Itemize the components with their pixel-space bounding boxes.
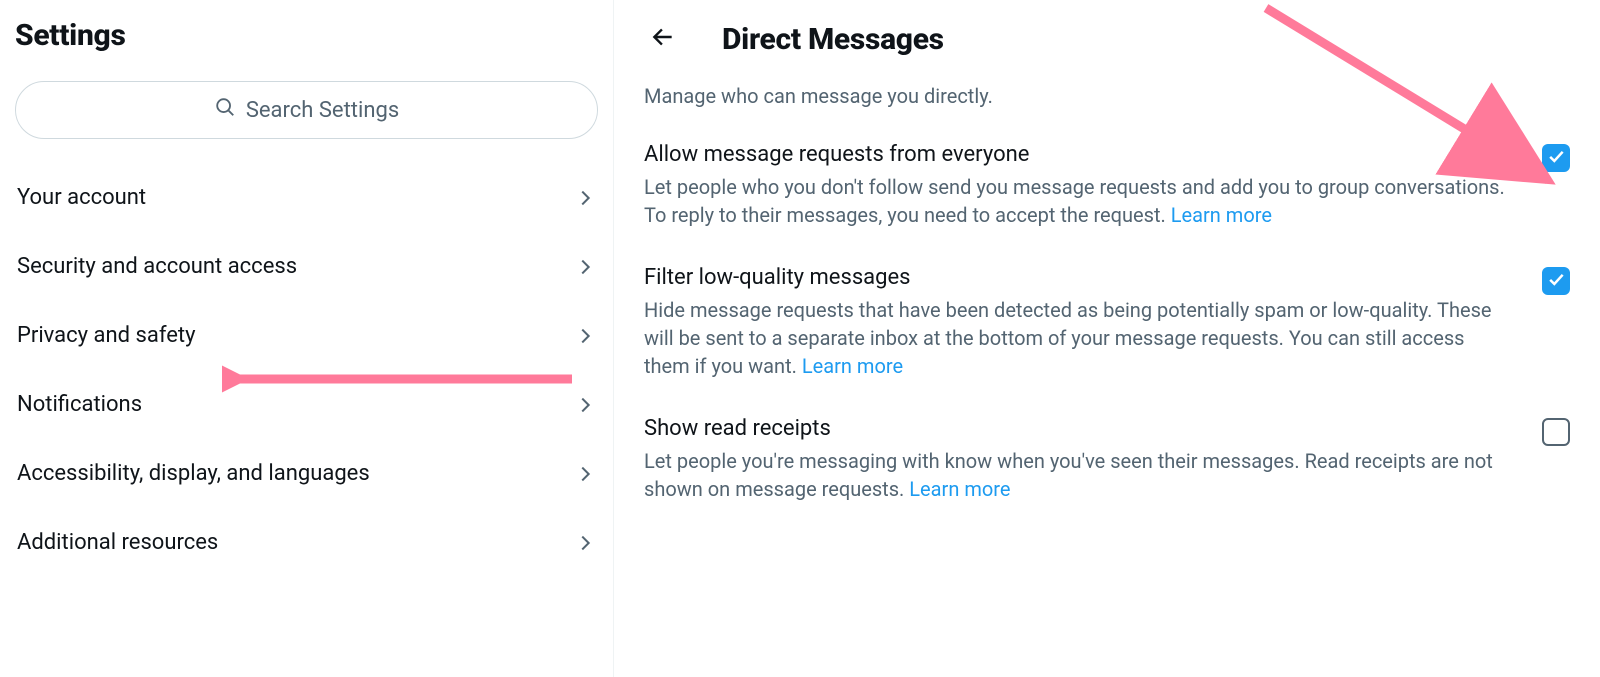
sidebar-item-security-and-account-access[interactable]: Security and account access: [15, 232, 598, 301]
checkbox-allow-message-requests[interactable]: [1542, 144, 1570, 172]
checkbox-filter-low-quality[interactable]: [1542, 267, 1570, 295]
setting-allow-message-requests: Allow message requests from everyone Let…: [644, 142, 1570, 229]
learn-more-link[interactable]: Learn more: [909, 477, 1010, 501]
setting-desc-text: Let people who you don't follow send you…: [644, 175, 1505, 227]
detail-title: Direct Messages: [722, 22, 944, 57]
check-icon: [1546, 146, 1566, 170]
sidebar-item-label: Your account: [17, 185, 146, 210]
setting-filter-low-quality: Filter low-quality messages Hide message…: [644, 265, 1570, 380]
settings-detail-pane: Direct Messages Manage who can message y…: [614, 0, 1600, 677]
search-settings-input[interactable]: Search Settings: [15, 81, 598, 139]
checkbox-show-read-receipts[interactable]: [1542, 418, 1570, 446]
setting-text: Show read receipts Let people you're mes…: [644, 416, 1512, 503]
setting-text: Filter low-quality messages Hide message…: [644, 265, 1512, 380]
setting-title: Filter low-quality messages: [644, 265, 1512, 290]
settings-sidebar: Settings Search Settings Your account Se…: [0, 0, 614, 677]
setting-text: Allow message requests from everyone Let…: [644, 142, 1512, 229]
sidebar-item-label: Accessibility, display, and languages: [17, 461, 370, 486]
setting-title: Allow message requests from everyone: [644, 142, 1512, 167]
sidebar-item-your-account[interactable]: Your account: [15, 163, 598, 232]
chevron-right-icon: [574, 463, 596, 485]
setting-desc: Let people you're messaging with know wh…: [644, 447, 1512, 503]
sidebar-item-label: Privacy and safety: [17, 323, 196, 348]
chevron-right-icon: [574, 325, 596, 347]
setting-desc: Hide message requests that have been det…: [644, 296, 1512, 380]
learn-more-link[interactable]: Learn more: [1171, 203, 1272, 227]
setting-show-read-receipts: Show read receipts Let people you're mes…: [644, 416, 1570, 503]
arrow-left-icon: [650, 24, 676, 54]
setting-title: Show read receipts: [644, 416, 1512, 441]
sidebar-item-label: Security and account access: [17, 254, 297, 279]
setting-desc-text: Let people you're messaging with know wh…: [644, 449, 1493, 501]
check-icon: [1546, 269, 1566, 293]
detail-subtitle: Manage who can message you directly.: [644, 84, 1570, 108]
setting-desc-text: Hide message requests that have been det…: [644, 298, 1492, 378]
setting-desc: Let people who you don't follow send you…: [644, 173, 1512, 229]
chevron-right-icon: [574, 394, 596, 416]
search-placeholder-text: Search Settings: [246, 98, 399, 123]
sidebar-item-additional-resources[interactable]: Additional resources: [15, 508, 598, 577]
chevron-right-icon: [574, 187, 596, 209]
sidebar-item-accessibility-display-languages[interactable]: Accessibility, display, and languages: [15, 439, 598, 508]
chevron-right-icon: [574, 532, 596, 554]
detail-header: Direct Messages: [644, 18, 1570, 60]
search-icon: [214, 96, 236, 124]
sidebar-item-label: Additional resources: [17, 530, 218, 555]
sidebar-item-notifications[interactable]: Notifications: [15, 370, 598, 439]
back-button[interactable]: [644, 18, 682, 60]
sidebar-item-label: Notifications: [17, 392, 142, 417]
learn-more-link[interactable]: Learn more: [802, 354, 903, 378]
settings-title: Settings: [15, 18, 598, 53]
sidebar-item-privacy-and-safety[interactable]: Privacy and safety: [15, 301, 598, 370]
chevron-right-icon: [574, 256, 596, 278]
